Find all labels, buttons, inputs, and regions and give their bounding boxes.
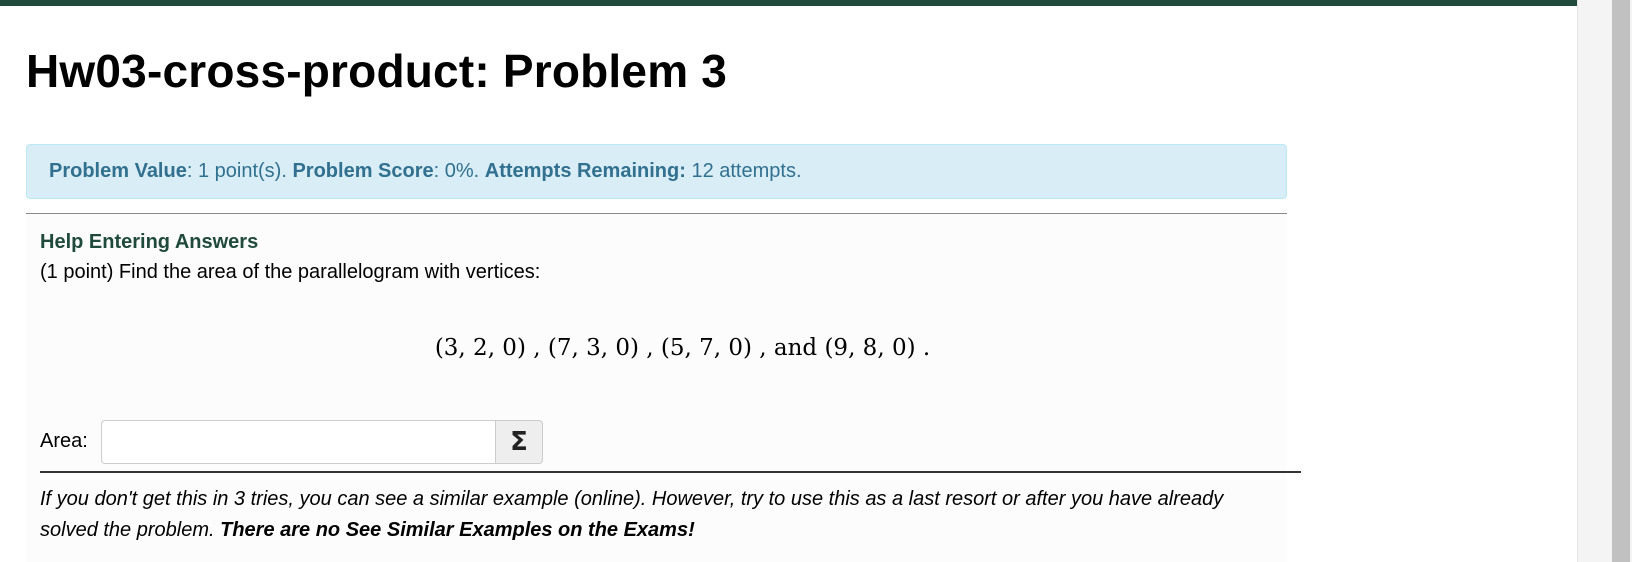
problem-body: Help Entering Answers (1 point) Find the… bbox=[26, 213, 1301, 562]
area-answer-input[interactable] bbox=[101, 420, 495, 464]
problem-info-box: Problem Value: 1 point(s). Problem Score… bbox=[26, 144, 1287, 199]
problem-prompt: (1 point) Find the area of the parallelo… bbox=[40, 261, 541, 283]
problem-score-text: : 0%. bbox=[433, 160, 485, 182]
divider-line bbox=[40, 471, 1301, 473]
page-scrollbar-thumb[interactable] bbox=[1612, 0, 1630, 562]
attempts-remaining-label: Attempts Remaining: bbox=[484, 160, 686, 182]
attempts-remaining-text: 12 attempts. bbox=[685, 160, 802, 182]
problem-score-label: Problem Score bbox=[292, 160, 434, 182]
top-bar bbox=[0, 0, 1577, 6]
problem-value-label: Problem Value bbox=[49, 160, 187, 182]
sigma-icon: Σ bbox=[510, 427, 528, 457]
help-entering-answers-link[interactable]: Help Entering Answers bbox=[40, 231, 258, 254]
problem-value-text: : 1 point(s). bbox=[186, 160, 293, 182]
answer-input-group: Σ bbox=[101, 420, 543, 464]
exam-warning-text: There are no See Similar Examples on the… bbox=[220, 519, 695, 541]
vertices-equation: (3, 2, 0) , (7, 3, 0) , (5, 7, 0) , and … bbox=[434, 335, 931, 361]
page-title: Hw03-cross-product: Problem 3 bbox=[26, 45, 728, 97]
area-label: Area: bbox=[40, 430, 88, 452]
similar-example-note: If you don't get this in 3 tries, you ca… bbox=[40, 484, 1280, 546]
equation-editor-button[interactable]: Σ bbox=[495, 420, 543, 464]
